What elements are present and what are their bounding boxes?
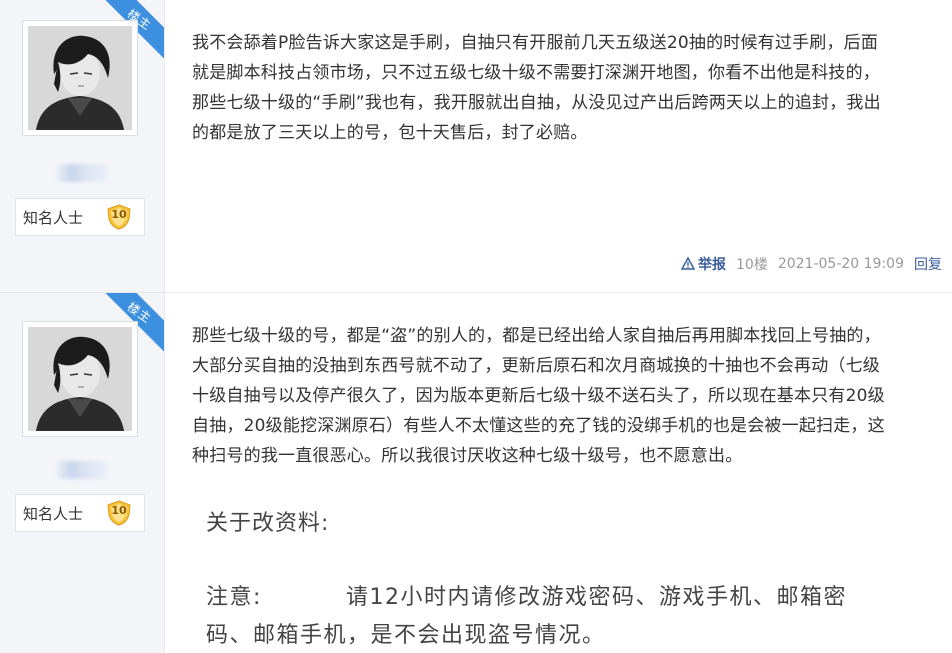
content-line: 我不会舔着P脸告诉大家这是手刷，自抽只有开服前几天五级送20抽的时候有过手刷，后… bbox=[192, 33, 879, 53]
post-meta: 举报 10楼 2021-05-20 19:09 回复 bbox=[681, 254, 942, 274]
user-title: 知名人士 bbox=[23, 504, 84, 523]
avatar-image bbox=[28, 327, 132, 431]
note-label: 注意: bbox=[206, 585, 262, 610]
note-line-1: 请12小时内请修改游戏密码、游戏手机、邮箱密 bbox=[346, 585, 847, 610]
level-badge: 10 bbox=[106, 500, 132, 526]
embedded-heading: 关于改资料: bbox=[206, 511, 330, 536]
post-floor-11: 楼主 知名人士 10 那些七级十级的号，都是“盗”的别人的，都是已经出给人家自抽… bbox=[0, 292, 952, 653]
content-line: 种扫号的我一直很恶心。所以我很讨厌收这种七级十级号，也不愿意出。 bbox=[192, 446, 743, 466]
embedded-note: 注意: 请12小时内请修改游戏密码、游戏手机、邮箱密 码、邮箱手机，是不会出现盗号… bbox=[206, 579, 906, 653]
content-line: 十级自抽号以及停产很久了，因为版本更新后七级十级不送石头了，所以现在基本只有20… bbox=[192, 386, 885, 406]
level-badge: 10 bbox=[106, 204, 132, 230]
avatar[interactable] bbox=[22, 20, 138, 136]
content-line: 的都是放了三天以上的号，包十天售后，封了必赔。 bbox=[192, 123, 588, 143]
content-line: 那些七级十级的号，都是“盗”的别人的，都是已经出给人家自抽后再用脚本找回上号抽的… bbox=[192, 326, 881, 346]
avatar[interactable] bbox=[22, 321, 138, 437]
floor-number: 10楼 bbox=[736, 257, 768, 273]
user-title-box: 知名人士 10 bbox=[15, 494, 145, 532]
reply-link[interactable]: 回复 bbox=[914, 254, 942, 274]
user-title: 知名人士 bbox=[23, 208, 84, 227]
post-floor-10: 楼主 知名人士 10 我不会舔着P脸告诉大家这是手刷，自抽只有开服前几天五级送2… bbox=[0, 0, 952, 292]
embedded-image: 关于改资料: 注意: 请12小时内请修改游戏密码、游戏手机、邮箱密 码、邮箱手机，… bbox=[176, 493, 936, 653]
content-line: 大部分买自抽的没抽到东西号就不动了，更新后原石和次月商城换的十抽也不会再动（七级 bbox=[192, 356, 880, 376]
report-link[interactable]: 举报 bbox=[681, 254, 726, 274]
author-sidebar: 楼主 知名人士 10 bbox=[0, 0, 165, 292]
note-line-2: 码、邮箱手机，是不会出现盗号情况。 bbox=[206, 623, 606, 648]
post-time: 2021-05-20 19:09 bbox=[777, 256, 904, 272]
avatar-image bbox=[28, 26, 132, 130]
warning-icon bbox=[681, 257, 695, 270]
post-content: 那些七级十级的号，都是“盗”的别人的，都是已经出给人家自抽后再用脚本找回上号抽的… bbox=[192, 321, 932, 471]
username-blurred[interactable] bbox=[57, 461, 107, 479]
user-title-box: 知名人士 10 bbox=[15, 198, 145, 236]
username-blurred[interactable] bbox=[57, 164, 107, 182]
content-line: 那些七级十级的“手刷”我也有，我开服就出自抽，从没见过产出后跨两天以上的追封，我… bbox=[192, 93, 881, 113]
post-content: 我不会舔着P脸告诉大家这是手刷，自抽只有开服前几天五级送20抽的时候有过手刷，后… bbox=[192, 28, 932, 148]
content-line: 自抽，20级能挖深渊原石）有些人不太懂这些的充了钱的没绑手机的也是会被一起扫走，… bbox=[192, 416, 885, 436]
author-sidebar: 楼主 知名人士 10 bbox=[0, 293, 165, 653]
content-line: 就是脚本科技占领市场，只不过五级七级十级不需要打深渊开地图，你看不出他是科技的， bbox=[192, 63, 880, 83]
